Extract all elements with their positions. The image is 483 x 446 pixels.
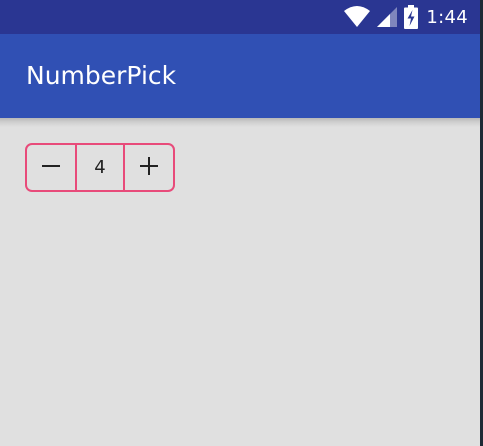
- status-bar: 1:44: [0, 0, 480, 34]
- app-screen: 1:44 NumberPick 4: [0, 0, 480, 446]
- status-time: 1:44: [426, 6, 468, 28]
- app-bar-shadow: [0, 118, 480, 127]
- number-picker: 4: [25, 143, 175, 192]
- plus-icon: [139, 156, 159, 180]
- number-value[interactable]: 4: [75, 145, 125, 190]
- battery-charging-icon: [404, 5, 419, 29]
- increment-button[interactable]: [125, 145, 173, 190]
- status-icons: 1:44: [344, 0, 468, 34]
- wifi-icon: [344, 6, 371, 28]
- cellular-signal-icon: [376, 6, 398, 28]
- app-title: NumberPick: [26, 61, 177, 90]
- decrement-button[interactable]: [27, 145, 75, 190]
- minus-icon: [41, 156, 61, 180]
- app-bar: NumberPick: [0, 34, 480, 118]
